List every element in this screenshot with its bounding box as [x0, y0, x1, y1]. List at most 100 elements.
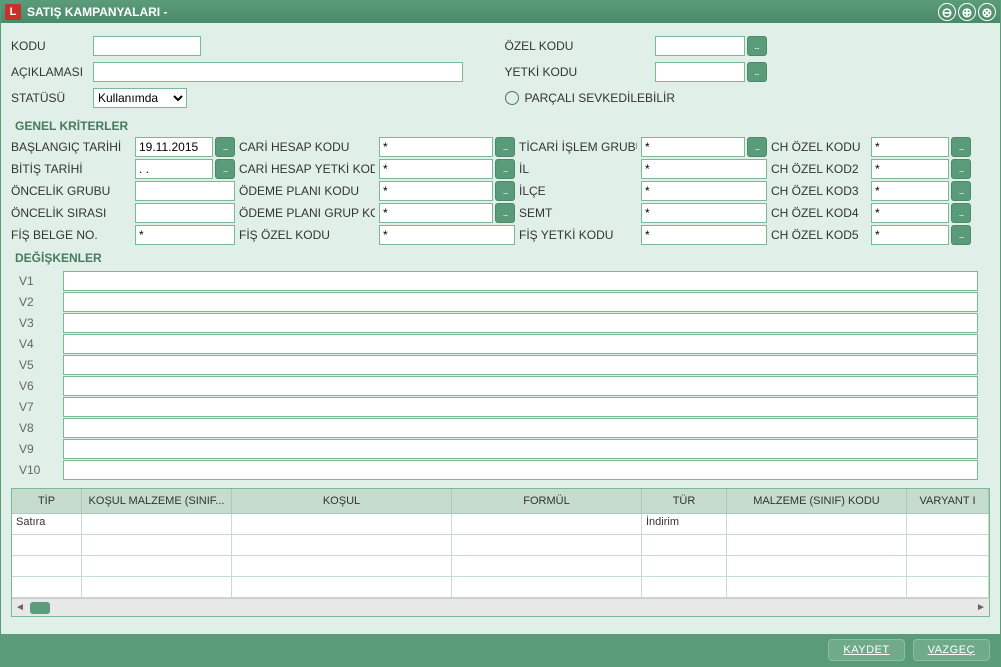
- criteria-input[interactable]: [871, 159, 949, 179]
- statu-select[interactable]: Kullanımda: [93, 88, 187, 108]
- criteria-input[interactable]: [135, 225, 235, 245]
- cell-tur[interactable]: [642, 535, 727, 555]
- ozel-kodu-lookup-button[interactable]: ...: [747, 36, 767, 56]
- lookup-button[interactable]: ...: [951, 225, 971, 245]
- scroll-track[interactable]: [28, 601, 973, 615]
- criteria-input[interactable]: [379, 225, 515, 245]
- cell-kosulm[interactable]: [82, 556, 232, 576]
- criteria-input[interactable]: [135, 203, 235, 223]
- yetki-kodu-lookup-button[interactable]: ...: [747, 62, 767, 82]
- variable-input[interactable]: [63, 292, 978, 312]
- criteria-input[interactable]: [871, 225, 949, 245]
- col-header-malzeme[interactable]: MALZEME (SINIF) KODU: [727, 489, 907, 513]
- cell-formul[interactable]: [452, 535, 642, 555]
- minimize-button[interactable]: ⊖: [938, 3, 956, 21]
- col-header-varyant[interactable]: VARYANT I: [907, 489, 989, 513]
- col-header-tur[interactable]: TÜR: [642, 489, 727, 513]
- criteria-input[interactable]: [871, 181, 949, 201]
- lookup-button[interactable]: ...: [495, 137, 515, 157]
- lookup-button[interactable]: ...: [215, 137, 235, 157]
- cell-kosulm[interactable]: [82, 577, 232, 597]
- lookup-button[interactable]: ...: [951, 159, 971, 179]
- cell-tur[interactable]: İndirim: [642, 514, 727, 534]
- criteria-input[interactable]: [379, 203, 493, 223]
- cell-malzeme[interactable]: [727, 577, 907, 597]
- cell-malzeme[interactable]: [727, 556, 907, 576]
- yetki-kodu-input[interactable]: [655, 62, 745, 82]
- ozel-kodu-input[interactable]: [655, 36, 745, 56]
- variable-input[interactable]: [63, 460, 978, 480]
- lookup-button[interactable]: ...: [951, 137, 971, 157]
- criteria-input[interactable]: [641, 181, 767, 201]
- variable-input[interactable]: [63, 334, 978, 354]
- scroll-right-icon[interactable]: ►: [973, 600, 989, 616]
- cell-tip[interactable]: Satıra: [12, 514, 82, 534]
- cell-kosulm[interactable]: [82, 535, 232, 555]
- save-button[interactable]: KAYDET: [828, 639, 904, 661]
- aciklama-input[interactable]: [93, 62, 463, 82]
- cell-formul[interactable]: [452, 514, 642, 534]
- criteria-input[interactable]: [641, 203, 767, 223]
- criteria-input[interactable]: [379, 137, 493, 157]
- col-header-formul[interactable]: FORMÜL: [452, 489, 642, 513]
- lookup-button[interactable]: ...: [495, 181, 515, 201]
- criteria-input[interactable]: [871, 137, 949, 157]
- variable-input[interactable]: [63, 271, 978, 291]
- cell-formul[interactable]: [452, 556, 642, 576]
- table-row[interactable]: Satıra İndirim: [12, 514, 989, 535]
- cell-tur[interactable]: [642, 577, 727, 597]
- kodu-input[interactable]: [93, 36, 201, 56]
- criteria-input[interactable]: [379, 159, 493, 179]
- criteria-input[interactable]: [871, 203, 949, 223]
- grid-body[interactable]: Satıra İndirim: [12, 514, 989, 598]
- cell-kosul[interactable]: [232, 535, 452, 555]
- variable-input[interactable]: [63, 313, 978, 333]
- cell-tur[interactable]: [642, 556, 727, 576]
- cell-varyant[interactable]: [907, 577, 989, 597]
- cell-kosulm[interactable]: [82, 514, 232, 534]
- cell-malzeme[interactable]: [727, 514, 907, 534]
- criteria-input[interactable]: [641, 225, 767, 245]
- variable-input[interactable]: [63, 439, 978, 459]
- close-button[interactable]: ⊗: [978, 3, 996, 21]
- col-header-tip[interactable]: TİP: [12, 489, 82, 513]
- cell-varyant[interactable]: [907, 514, 989, 534]
- cell-formul[interactable]: [452, 577, 642, 597]
- criteria-input[interactable]: [641, 159, 767, 179]
- criteria-input[interactable]: [135, 181, 235, 201]
- lookup-button[interactable]: ...: [495, 159, 515, 179]
- lookup-button[interactable]: ...: [747, 137, 767, 157]
- maximize-button[interactable]: ⊕: [958, 3, 976, 21]
- cell-malzeme[interactable]: [727, 535, 907, 555]
- scroll-left-icon[interactable]: ◄: [12, 600, 28, 616]
- parcali-radio[interactable]: [505, 91, 519, 105]
- variable-input[interactable]: [63, 376, 978, 396]
- cell-kosul[interactable]: [232, 577, 452, 597]
- criteria-input[interactable]: [641, 137, 745, 157]
- cell-kosul[interactable]: [232, 514, 452, 534]
- table-row[interactable]: [12, 577, 989, 598]
- cell-varyant[interactable]: [907, 535, 989, 555]
- table-row[interactable]: [12, 556, 989, 577]
- table-row[interactable]: [12, 535, 989, 556]
- scroll-thumb[interactable]: [30, 602, 50, 614]
- criteria-input[interactable]: [135, 159, 213, 179]
- lookup-button[interactable]: ...: [495, 203, 515, 223]
- cell-kosul[interactable]: [232, 556, 452, 576]
- lookup-button[interactable]: ...: [951, 181, 971, 201]
- variable-input[interactable]: [63, 355, 978, 375]
- col-header-kosul-malzeme[interactable]: KOŞUL MALZEME (SINIF...: [82, 489, 232, 513]
- cancel-button[interactable]: VAZGEÇ: [913, 639, 990, 661]
- variable-input[interactable]: [63, 418, 978, 438]
- criteria-input[interactable]: [135, 137, 213, 157]
- lookup-button[interactable]: ...: [215, 159, 235, 179]
- col-header-kosul[interactable]: KOŞUL: [232, 489, 452, 513]
- cell-tip[interactable]: [12, 556, 82, 576]
- criteria-input[interactable]: [379, 181, 493, 201]
- cell-varyant[interactable]: [907, 556, 989, 576]
- variable-input[interactable]: [63, 397, 978, 417]
- cell-tip[interactable]: [12, 535, 82, 555]
- lookup-button[interactable]: ...: [951, 203, 971, 223]
- horizontal-scrollbar[interactable]: ◄ ►: [12, 598, 989, 616]
- cell-tip[interactable]: [12, 577, 82, 597]
